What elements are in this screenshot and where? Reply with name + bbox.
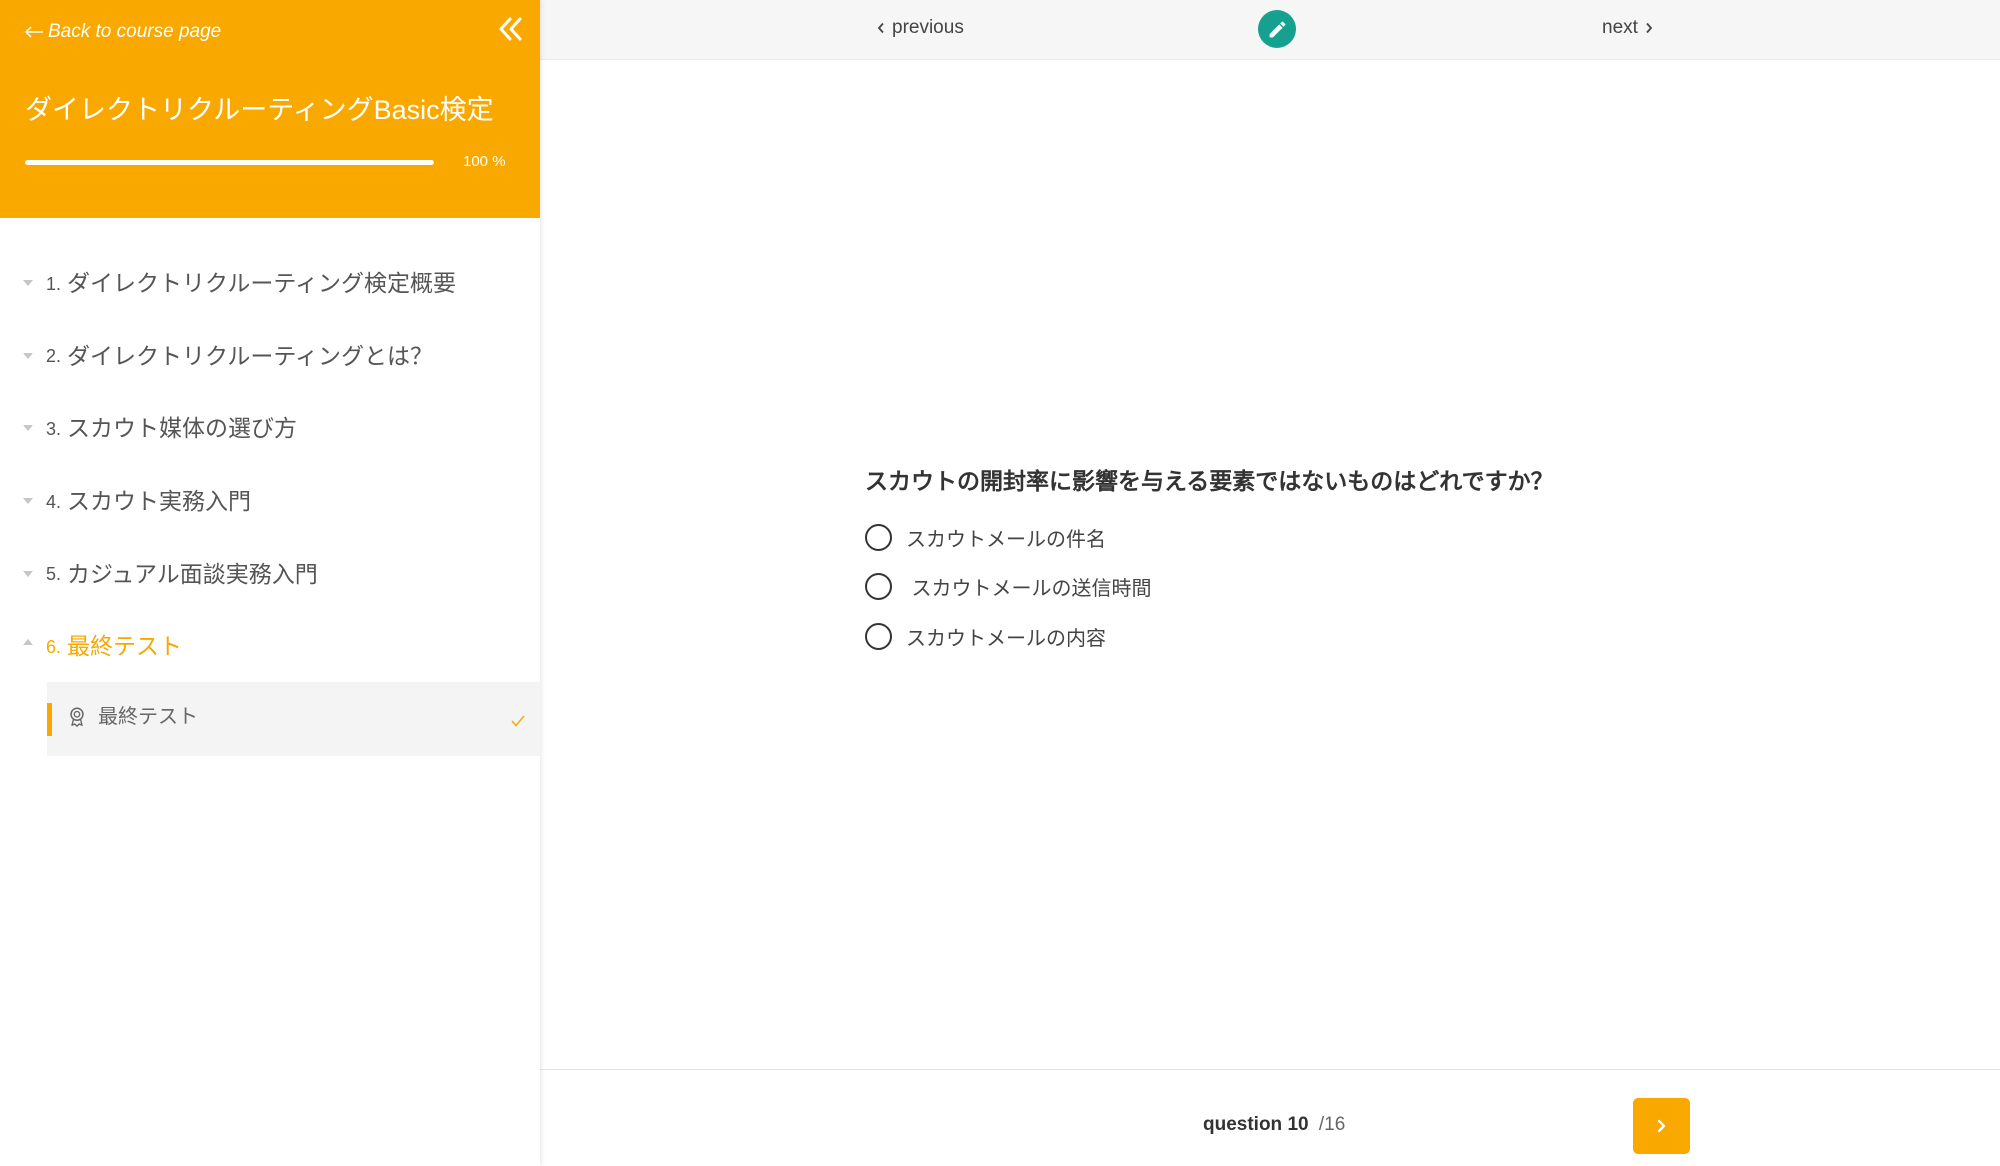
current-lesson-indicator (47, 703, 52, 736)
section-number: 3. (46, 418, 62, 439)
section-list: 1. ダイレクトリクルーティング検定概要 2. ダイレクトリクルーティングとは？… (0, 245, 540, 681)
section-title: カジュアル面談実務入門 (67, 560, 318, 587)
answer-option-3[interactable]: スカウトメールの内容 (865, 622, 1554, 650)
previous-label: previous (892, 17, 964, 38)
question-counter: question 10 /16 (1203, 1113, 1345, 1137)
section-title: スカウト実務入門 (67, 488, 252, 515)
quiz-question-panel: スカウトの開封率に影響を与える要素ではないものはどれですか？ スカウトメールの件… (865, 466, 1554, 672)
section-number: 2. (46, 346, 62, 367)
answer-option-1[interactable]: スカウトメールの件名 (865, 523, 1554, 551)
section-title: ダイレクトリクルーティング検定概要 (67, 270, 456, 297)
radio-button[interactable] (865, 573, 892, 600)
answer-label: スカウトメールの件名 (906, 528, 1106, 551)
section-number: 1. (46, 273, 62, 294)
question-current-number: 10 (1287, 1114, 1309, 1135)
next-label: next (1602, 17, 1638, 38)
section-title: ダイレクトリクルーティングとは？ (67, 342, 433, 369)
course-title: ダイレクトリクルーティングBasic検定 (25, 95, 494, 125)
pencil-icon (1267, 19, 1288, 40)
caret-up-icon (23, 639, 33, 646)
section-item-4[interactable]: 4. スカウト実務入門 (0, 463, 540, 536)
caret-down-icon (23, 280, 33, 287)
section-number: 4. (46, 491, 62, 512)
question-total: /16 (1318, 1114, 1346, 1135)
question-counter-label: question (1203, 1114, 1283, 1135)
section-item-1[interactable]: 1. ダイレクトリクルーティング検定概要 (0, 245, 540, 318)
previous-button[interactable]: previous (877, 16, 964, 40)
chevron-right-icon (1657, 1119, 1666, 1133)
section-title: スカウト媒体の選び方 (67, 415, 298, 442)
lesson-title: 最終テスト (98, 706, 198, 728)
section-number: 6. (46, 636, 62, 657)
arrow-left-icon (25, 26, 44, 38)
lesson-item-final-test[interactable]: 最終テスト (47, 682, 540, 756)
section-item-6[interactable]: 6. 最終テスト (0, 608, 540, 681)
next-question-button[interactable] (1633, 1098, 1690, 1154)
lesson-navigation-bar: previous next (540, 0, 2000, 60)
caret-down-icon (23, 352, 33, 359)
answer-option-2[interactable]: スカウトメールの送信時間 (865, 573, 1554, 600)
double-chevron-left-icon (497, 15, 525, 43)
section-item-5[interactable]: 5. カジュアル面談実務入門 (0, 535, 540, 608)
section-item-3[interactable]: 3. スカウト媒体の選び方 (0, 390, 540, 463)
caret-down-icon (23, 498, 33, 505)
edit-notes-button[interactable] (1258, 10, 1296, 48)
section-item-2[interactable]: 2. ダイレクトリクルーティングとは？ (0, 318, 540, 391)
caret-down-icon (23, 570, 33, 577)
progress-fill (25, 160, 434, 165)
caret-down-icon (23, 425, 33, 432)
question-text: スカウトの開封率に影響を与える要素ではないものはどれですか？ (865, 468, 1554, 494)
chevron-left-icon (877, 22, 885, 34)
section-title: 最終テスト (67, 633, 183, 660)
course-progress-bar (25, 160, 434, 165)
check-icon (511, 715, 525, 727)
section-number: 5. (46, 564, 62, 585)
quiz-footer: question 10 /16 (540, 1069, 2000, 1166)
next-button[interactable]: next (1602, 16, 1653, 40)
course-header: Back to course page ダイレクトリクルーティングBasic検定… (0, 0, 540, 218)
course-sidebar: Back to course page ダイレクトリクルーティングBasic検定… (0, 0, 540, 1166)
award-icon (66, 706, 88, 728)
back-link-label: Back to course page (48, 21, 222, 42)
collapse-sidebar-button[interactable] (497, 15, 525, 43)
radio-button[interactable] (865, 523, 892, 551)
answer-label: スカウトメールの内容 (906, 627, 1106, 650)
progress-percent: 100 % (463, 153, 506, 170)
radio-button[interactable] (865, 622, 892, 650)
back-to-course-link[interactable]: Back to course page (25, 20, 221, 44)
answer-label: スカウトメールの送信時間 (906, 578, 1152, 600)
answer-options: スカウトメールの件名 スカウトメールの送信時間 スカウトメールの内容 (865, 523, 1554, 650)
chevron-right-icon (1645, 22, 1653, 34)
